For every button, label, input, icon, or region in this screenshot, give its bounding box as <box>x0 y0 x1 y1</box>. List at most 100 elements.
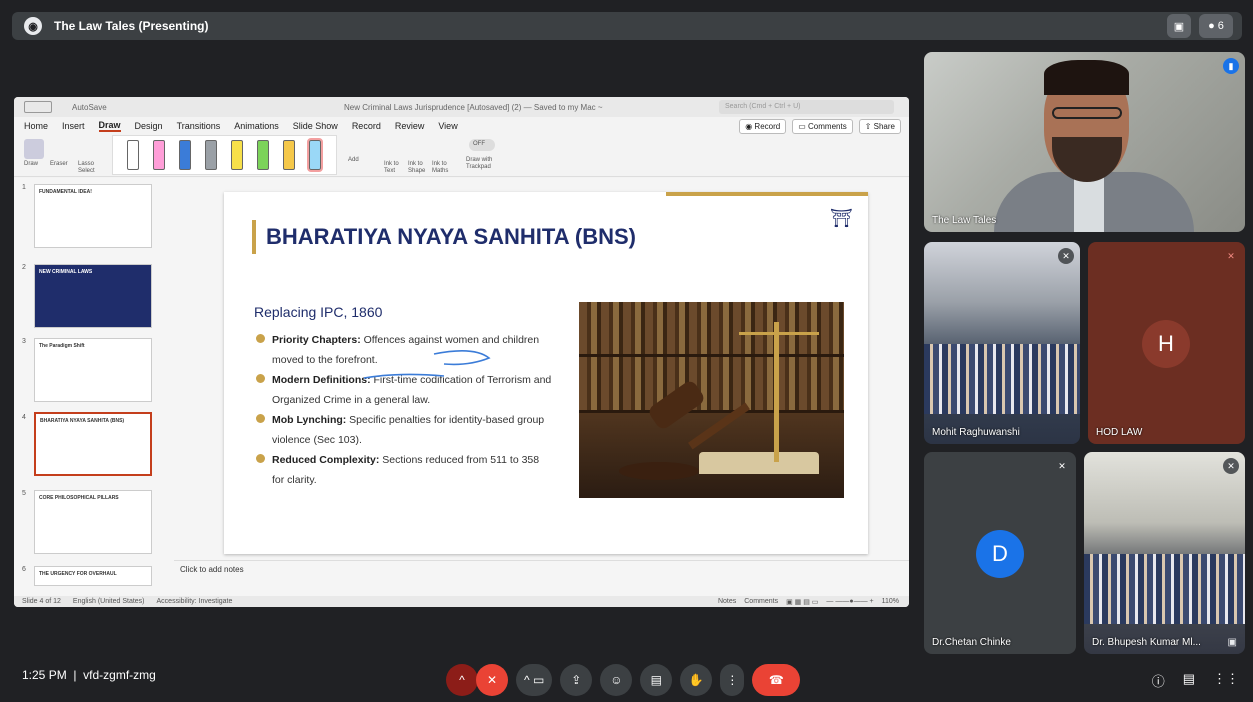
ink-to-maths-label[interactable]: Ink to Maths <box>432 161 456 175</box>
bookshelf <box>579 302 844 412</box>
raise-hand-button[interactable]: ✋ <box>680 664 713 696</box>
pin-icon[interactable]: ▣ <box>1228 637 1237 648</box>
participant-tile-mohit[interactable]: ✕ Mohit Raghuwanshi <box>924 242 1080 444</box>
tab-record[interactable]: Record <box>352 121 381 131</box>
emoji-button[interactable]: ☺ <box>600 664 633 696</box>
open-book <box>699 452 819 474</box>
thumb-title: CORE PHILOSOPHICAL PILLARS <box>39 495 119 501</box>
mic-toggle-button[interactable]: ✕ <box>476 664 508 696</box>
avatar: H <box>1142 320 1190 368</box>
thumb-number: 4 <box>22 414 26 421</box>
pen-3[interactable] <box>179 140 191 170</box>
eraser-label[interactable]: Eraser <box>50 161 68 167</box>
tab-home[interactable]: Home <box>24 121 48 131</box>
captions-icon: ▤ <box>650 673 662 687</box>
slide-thumb-6[interactable]: THE URGENCY FOR OVERHAUL <box>34 566 152 586</box>
share-button[interactable]: ⇧ Share <box>858 119 901 134</box>
current-slide[interactable]: BHARATIYA NYAYA SANHITA (BNS) ⛩ Replacin… <box>224 192 868 554</box>
slide-thumb-4[interactable]: BHARATIYA NYAYA SANHITA (BNS) <box>34 412 152 476</box>
chevron-up-icon: ^ <box>459 673 465 687</box>
sidebar-toggle-icon[interactable] <box>24 101 52 113</box>
search-input[interactable]: Search (Cmd + Ctrl + U) <box>719 100 894 114</box>
thumb-title: THE URGENCY FOR OVERHAUL <box>39 571 117 577</box>
participant-name: HOD LAW <box>1096 427 1143 438</box>
scale-post <box>774 322 779 462</box>
institution-logo-icon: ⛩ <box>830 208 853 228</box>
slide-thumb-2[interactable]: NEW CRIMINAL LAWS <box>34 264 152 328</box>
view-icons[interactable]: ▣ ▦ ▤ ▭ <box>786 598 818 606</box>
document-title: New Criminal Laws Jurisprudence [Autosav… <box>344 103 603 112</box>
comment-icon: ▭ <box>798 122 806 131</box>
tab-transitions[interactable]: Transitions <box>177 121 221 131</box>
ink-to-shape-label[interactable]: Ink to Shape <box>408 161 432 175</box>
tab-insert[interactable]: Insert <box>62 121 85 131</box>
pen-5[interactable] <box>231 140 243 170</box>
comments-toggle[interactable]: Comments <box>744 598 778 606</box>
tab-design[interactable]: Design <box>135 121 163 131</box>
participant-tile-main[interactable]: ▮ The Law Tales <box>924 52 1245 232</box>
pen-2[interactable] <box>153 140 165 170</box>
top-bar: ◉ The Law Tales (Presenting) ▣ ● 6 <box>0 0 1253 46</box>
presenting-chip[interactable]: ◉ The Law Tales (Presenting) <box>12 12 1242 40</box>
slide-thumb-3[interactable]: The Paradigm Shift <box>34 338 152 402</box>
video-glasses <box>1052 107 1122 119</box>
participant-tile-hod[interactable]: H ✕ HOD LAW <box>1088 242 1245 444</box>
people-count-badge[interactable]: ● 6 <box>1199 14 1233 38</box>
tab-view[interactable]: View <box>438 121 457 131</box>
chat-icon[interactable]: ▤ <box>1183 671 1195 690</box>
chevron-up-icon: ^ <box>524 673 530 687</box>
slide-thumb-5[interactable]: CORE PHILOSOPHICAL PILLARS <box>34 490 152 554</box>
notes-toggle[interactable]: Notes <box>718 598 736 606</box>
bullet-item: Reduced Complexity: Sections reduced fro… <box>254 450 554 490</box>
grid-icon[interactable]: ⋮⋮ <box>1213 671 1239 690</box>
add-pen-label[interactable]: Add <box>348 157 359 163</box>
call-controls: ^ ✕ ^ ▭ ⇪ ☺ ▤ ✋ ⋮ ☎ <box>446 664 801 696</box>
slide-thumb-1[interactable]: FUNDAMENTAL IDEA! <box>34 184 152 248</box>
more-options-button[interactable]: ⋮ <box>720 664 745 696</box>
pen-1[interactable] <box>127 140 139 170</box>
stop-presenting-icon[interactable]: ▣ <box>1167 14 1191 38</box>
mic-off-icon: ✕ <box>1227 250 1235 261</box>
comments-label: Comments <box>808 122 847 131</box>
notes-pane[interactable]: Click to add notes <box>174 560 909 580</box>
tab-animations[interactable]: Animations <box>234 121 279 131</box>
share-icon: ⇧ <box>864 122 872 131</box>
shelf <box>579 354 844 357</box>
participant-tile-chetan[interactable]: D ✕ Dr.Chetan Chinke <box>924 452 1076 654</box>
lasso-label[interactable]: Lasso Select <box>78 161 102 175</box>
pen-7[interactable] <box>283 140 295 170</box>
autosave-label[interactable]: AutoSave <box>72 103 107 112</box>
pen-8[interactable] <box>307 138 323 172</box>
tab-review[interactable]: Review <box>395 121 425 131</box>
draw-ribbon: Draw Eraser Lasso Select Add Ink to Text… <box>14 135 909 177</box>
trackpad-toggle[interactable]: OFF <box>469 139 495 151</box>
end-call-button[interactable]: ☎ <box>752 664 801 696</box>
zoom-slider[interactable]: — ——●—— + <box>826 598 873 606</box>
ink-to-text-label[interactable]: Ink to Text <box>384 161 408 175</box>
participant-tile-bhupesh[interactable]: ✕ Dr. Bhupesh Kumar Ml... ▣ <box>1084 452 1245 654</box>
record-button[interactable]: ◉ Record <box>739 119 787 134</box>
tab-slide-show[interactable]: Slide Show <box>293 121 338 131</box>
captions-button[interactable]: ▤ <box>640 664 673 696</box>
accessibility-status[interactable]: Accessibility: Investigate <box>157 598 233 605</box>
mic-options-button[interactable]: ^ <box>446 664 478 696</box>
participant-name: Dr. Bhupesh Kumar Ml... <box>1092 637 1201 648</box>
zoom-level[interactable]: 110% <box>882 598 899 606</box>
hand-icon: ✋ <box>688 673 704 687</box>
draw-tool-icon[interactable] <box>24 139 44 159</box>
meeting-code: vfd-zgmf-zmg <box>83 668 156 682</box>
comments-button[interactable]: ▭ Comments <box>792 119 853 134</box>
record-icon: ◉ <box>745 122 753 131</box>
avatar: D <box>976 530 1024 578</box>
bullet-heading: Modern Definitions: <box>272 374 371 386</box>
language-status[interactable]: English (United States) <box>73 598 145 605</box>
participant-name: The Law Tales <box>932 215 997 226</box>
camera-options-button[interactable]: ^ ▭ <box>516 664 553 696</box>
pen-6[interactable] <box>257 140 269 170</box>
thumb-title: BHARATIYA NYAYA SANHITA (BNS) <box>40 418 125 424</box>
info-icon[interactable]: ⓘ <box>1152 671 1165 690</box>
pen-4[interactable] <box>205 140 217 170</box>
present-button[interactable]: ⇪ <box>560 664 593 696</box>
tab-draw[interactable]: Draw <box>98 120 121 132</box>
video-shirt <box>1074 177 1104 232</box>
